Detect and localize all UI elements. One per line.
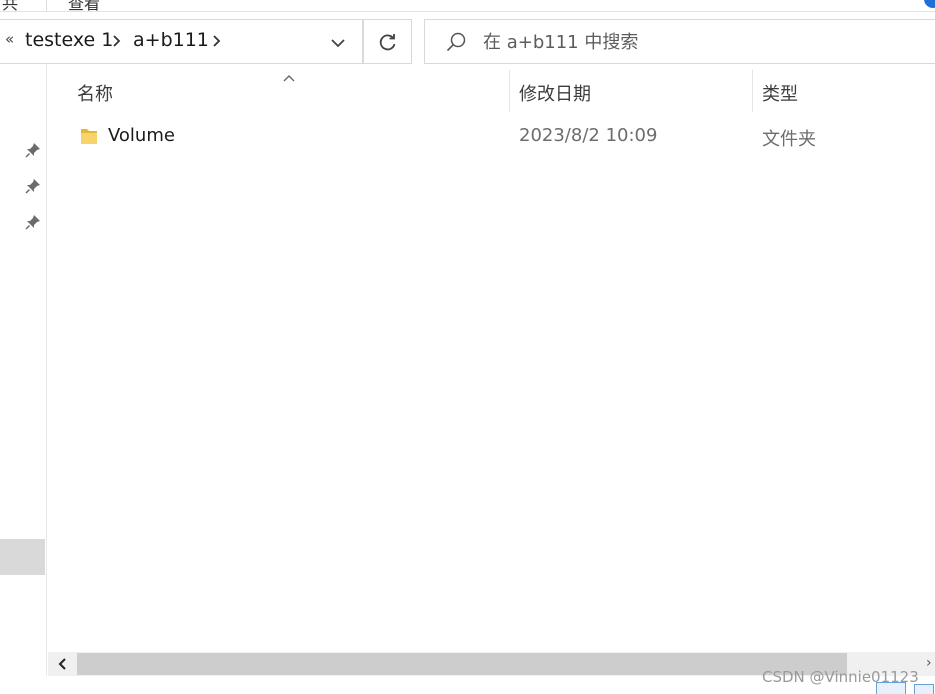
ribbon-divider xyxy=(46,0,47,11)
chevron-right-icon[interactable] xyxy=(210,33,224,49)
chevron-right-icon[interactable] xyxy=(110,33,124,49)
chevron-left-icon xyxy=(58,658,66,670)
scroll-left-button[interactable] xyxy=(52,655,72,673)
ribbon-tab-view[interactable]: 查看 xyxy=(68,0,100,11)
folder-icon xyxy=(80,126,98,146)
help-icon[interactable] xyxy=(924,0,935,8)
nav-item-selected[interactable] xyxy=(0,539,45,575)
ribbon-tab-share[interactable]: 共 xyxy=(2,0,18,11)
window-thumbnail-icon[interactable] xyxy=(876,682,906,694)
chevron-down-icon xyxy=(331,39,345,48)
refresh-icon xyxy=(379,33,395,50)
file-name: Volume xyxy=(108,125,175,146)
breadcrumb-overflow-icon[interactable]: « xyxy=(5,30,14,48)
taskbar-fragment xyxy=(874,680,935,694)
sort-ascending-icon xyxy=(282,68,296,82)
search-box[interactable] xyxy=(424,19,935,64)
file-type: 文件夹 xyxy=(762,129,816,150)
address-history-dropdown[interactable] xyxy=(324,32,352,54)
pin-icon[interactable] xyxy=(24,141,42,159)
navigation-pane[interactable] xyxy=(0,64,47,676)
breadcrumb-item-current[interactable]: a+b111 xyxy=(133,29,209,51)
window-thumbnail-icon[interactable] xyxy=(914,684,934,694)
search-icon xyxy=(445,31,467,53)
scroll-right-button[interactable]: › xyxy=(926,655,935,673)
address-bar[interactable]: « testexe 1 a+b111 xyxy=(0,19,363,64)
pin-icon[interactable] xyxy=(24,213,42,231)
breadcrumb-item-testexe[interactable]: testexe 1 xyxy=(25,29,113,51)
column-header-type[interactable]: 类型 xyxy=(762,80,798,106)
file-modified: 2023/8/2 10:09 xyxy=(519,125,658,146)
refresh-button[interactable] xyxy=(363,19,412,64)
column-divider[interactable] xyxy=(509,70,510,112)
file-row[interactable]: Volume 2023/8/2 10:09 文件夹 xyxy=(50,120,935,154)
column-header-name[interactable]: 名称 xyxy=(77,80,113,106)
scrollbar-thumb[interactable] xyxy=(77,653,847,675)
search-input[interactable] xyxy=(483,28,903,56)
column-divider[interactable] xyxy=(752,70,753,112)
ribbon-strip: 共 查看 xyxy=(0,0,935,12)
pin-icon[interactable] xyxy=(24,177,42,195)
column-header-modified[interactable]: 修改日期 xyxy=(519,80,591,106)
